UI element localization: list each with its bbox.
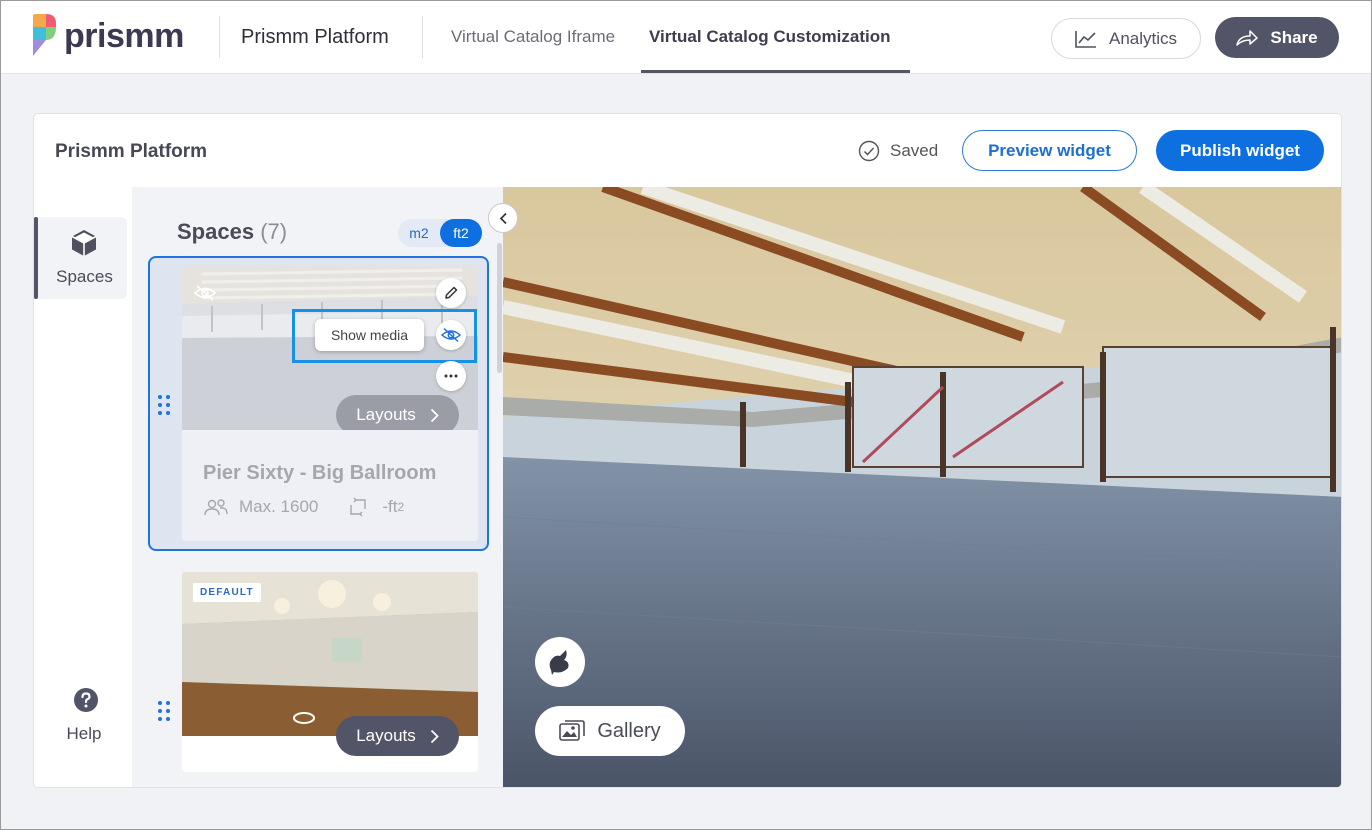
unit-option-m2[interactable]: m2 bbox=[398, 219, 440, 247]
analytics-button[interactable]: Analytics bbox=[1051, 18, 1201, 59]
chevron-right-icon bbox=[430, 729, 439, 743]
area-resize-icon bbox=[350, 497, 367, 517]
app-name: Prismm Platform bbox=[241, 26, 389, 48]
default-badge: DEFAULT bbox=[193, 583, 261, 602]
rail-item-spaces[interactable]: Spaces bbox=[34, 217, 127, 299]
pencil-icon bbox=[445, 286, 458, 299]
space-area-unit-sup: 2 bbox=[397, 500, 405, 514]
prismm-logo[interactable]: prismm bbox=[30, 14, 184, 58]
trend-chart-icon bbox=[1075, 30, 1096, 48]
chevron-right-icon bbox=[430, 408, 439, 422]
max-capacity: Max. 1600 bbox=[239, 497, 319, 516]
widget-editor-card: Prismm Platform Saved Preview widget Pub… bbox=[33, 113, 1342, 788]
share-button[interactable]: Share bbox=[1215, 17, 1339, 58]
unit-option-ft2[interactable]: ft2 bbox=[440, 219, 482, 247]
saved-label: Saved bbox=[890, 141, 939, 160]
check-circle-icon bbox=[858, 140, 880, 162]
question-icon bbox=[73, 687, 99, 718]
dove-logo-button[interactable] bbox=[535, 637, 585, 687]
space-card[interactable]: DEFAULT Layouts bbox=[182, 572, 478, 772]
rail-item-help-label: Help bbox=[66, 724, 102, 743]
active-tab-indicator bbox=[641, 70, 910, 73]
spaces-panel: Spaces (7) m2 ft2 Show media Layouts Pie… bbox=[132, 187, 503, 787]
share-label: Share bbox=[1270, 27, 1318, 47]
cube-icon bbox=[69, 228, 99, 263]
ellipsis-icon bbox=[444, 374, 458, 378]
chevron-left-icon bbox=[499, 212, 507, 224]
gallery-images-icon bbox=[559, 720, 586, 741]
unit-toggle: m2 ft2 bbox=[398, 219, 482, 247]
space-card[interactable]: Show media Layouts Pier Sixty - Big Ball… bbox=[182, 266, 478, 541]
panel-scrollbar[interactable] bbox=[497, 243, 502, 373]
drag-handle-icon[interactable] bbox=[158, 701, 172, 723]
layouts-button[interactable]: Layouts bbox=[336, 716, 459, 756]
prismm-logo-icon bbox=[33, 14, 56, 56]
card-header: Prismm Platform Saved Preview widget Pub… bbox=[34, 114, 1341, 187]
layouts-label: Layouts bbox=[356, 405, 416, 424]
analytics-label: Analytics bbox=[1108, 28, 1178, 48]
spaces-title: Spaces (7) bbox=[177, 219, 287, 245]
people-icon bbox=[204, 499, 228, 516]
panorama-viewer[interactable]: Gallery bbox=[503, 187, 1341, 787]
share-arrow-icon bbox=[1236, 29, 1259, 46]
space-meta: Max. 1600 -ft 2 bbox=[203, 497, 404, 517]
space-info-area bbox=[182, 430, 478, 541]
edit-pencil-button[interactable] bbox=[436, 278, 466, 308]
spaces-title-text: Spaces bbox=[177, 219, 255, 244]
header-divider bbox=[219, 16, 220, 58]
brand-wordmark: prismm bbox=[64, 16, 184, 55]
preview-widget-button[interactable]: Preview widget bbox=[962, 130, 1137, 171]
card-title: Prismm Platform bbox=[55, 141, 208, 162]
gallery-button[interactable]: Gallery bbox=[535, 706, 685, 756]
tab-virtual-catalog-customization[interactable]: Virtual Catalog Customization bbox=[649, 27, 891, 47]
rail-item-help[interactable]: Help bbox=[34, 687, 132, 757]
header-divider bbox=[422, 16, 423, 58]
layouts-button[interactable]: Layouts bbox=[336, 395, 459, 435]
saved-status: Saved bbox=[858, 140, 938, 162]
gallery-label: Gallery bbox=[597, 719, 661, 742]
more-options-button[interactable] bbox=[436, 361, 466, 391]
publish-widget-button[interactable]: Publish widget bbox=[1156, 130, 1324, 171]
spaces-count: (7) bbox=[260, 219, 288, 244]
dove-icon bbox=[549, 650, 569, 675]
layouts-label: Layouts bbox=[356, 726, 416, 745]
left-rail: Spaces Help bbox=[34, 187, 132, 787]
tab-virtual-catalog-iframe[interactable]: Virtual Catalog Iframe bbox=[451, 27, 615, 47]
space-name: Pier Sixty - Big Ballroom bbox=[203, 462, 437, 484]
drag-handle-icon[interactable] bbox=[158, 395, 172, 417]
hidden-eye-icon bbox=[190, 278, 220, 308]
top-navigation: prismm Prismm Platform Virtual Catalog I… bbox=[0, 0, 1372, 74]
ballroom-panorama bbox=[503, 187, 1341, 787]
rail-item-spaces-label: Spaces bbox=[56, 267, 113, 286]
space-area: -ft bbox=[382, 497, 398, 516]
focus-highlight-box bbox=[292, 309, 477, 363]
collapse-panel-button[interactable] bbox=[488, 203, 518, 233]
